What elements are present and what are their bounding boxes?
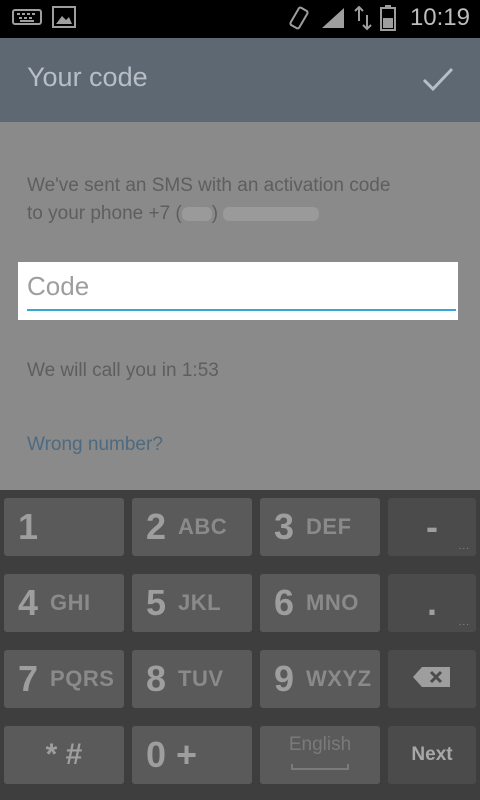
numeric-keyboard: 1 2 ABC 3 DEF - ... 4 GHI 5 JKL 6 MNO . … [0,490,480,800]
data-arrows-icon [354,5,372,31]
key-0-plus[interactable]: 0 + [132,726,252,784]
key-8[interactable]: 8 TUV [132,650,252,708]
key-dot[interactable]: . ... [388,574,476,632]
signal-icon [320,6,346,30]
check-icon[interactable] [422,66,454,94]
code-field-container [18,262,458,320]
page-title: Your code [27,62,148,92]
blurred-phone-number [223,206,320,221]
sms-message: We've sent an SMS with an activation cod… [27,172,457,228]
keyboard-icon [12,8,42,26]
blurred-area-code [181,206,212,221]
backspace-icon [412,666,452,693]
status-bar: 10:19 [0,0,480,38]
key-3[interactable]: 3 DEF [260,498,380,556]
sms-message-line1: We've sent an SMS with an activation cod… [27,175,391,196]
status-time: 10:19 [409,4,470,31]
next-key[interactable]: Next [388,726,476,784]
wrong-number-link[interactable]: Wrong number? [27,434,163,456]
key-6[interactable]: 6 MNO [260,574,380,632]
sms-message-line2: to your phone +7 () [27,203,320,224]
backspace-key[interactable] [388,650,476,708]
key-star-hash[interactable]: * # [4,726,124,784]
key-9[interactable]: 9 WXYZ [260,650,380,708]
key-4[interactable]: 4 GHI [4,574,124,632]
battery-icon [379,5,396,31]
language-key[interactable]: English [260,726,380,784]
space-bar-icon [290,758,350,776]
key-2[interactable]: 2 ABC [132,498,252,556]
action-bar: Your code [0,38,480,122]
rotate-icon [286,5,312,31]
call-timer-text: We will call you in 1:53 [27,360,219,381]
key-1[interactable]: 1 [4,498,124,556]
key-7[interactable]: 7 PQRS [4,650,124,708]
image-icon [52,6,76,28]
key-dash[interactable]: - ... [388,498,476,556]
code-input[interactable] [27,266,447,306]
code-input-underline [27,309,456,311]
key-5[interactable]: 5 JKL [132,574,252,632]
content-area: We've sent an SMS with an activation cod… [0,122,480,490]
